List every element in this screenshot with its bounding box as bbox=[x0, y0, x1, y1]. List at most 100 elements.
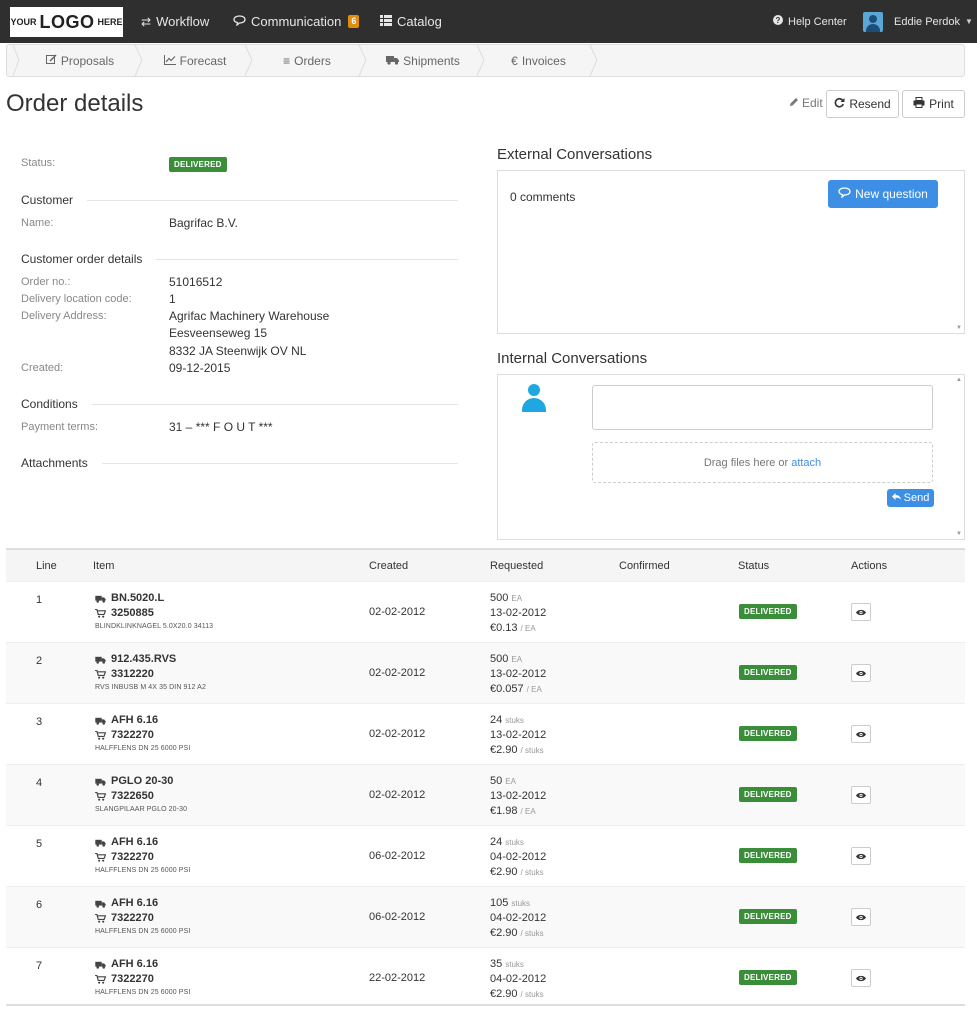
step-shipments[interactable]: Shipments bbox=[369, 45, 477, 76]
row-item-code[interactable]: AFH 6.16 bbox=[95, 713, 190, 728]
row-item-code[interactable]: 912.435.RVS bbox=[95, 652, 206, 667]
row-requested-date: 13-02-2012 bbox=[490, 790, 547, 802]
price-unit: / EA bbox=[520, 807, 536, 816]
table-row[interactable]: 2 912.435.RVS 3312220 RVS INBUSB M 4X 35… bbox=[6, 642, 965, 703]
row-created-date: 06-02-2012 bbox=[369, 850, 426, 862]
cart-icon bbox=[95, 731, 106, 740]
row-item-code[interactable]: PGLO 20-30 bbox=[95, 774, 187, 789]
edit-link-label: Edit bbox=[802, 96, 823, 110]
resend-button[interactable]: Resend bbox=[826, 90, 899, 118]
address-label: Delivery Address: bbox=[21, 310, 107, 322]
internal-conversations-title: Internal Conversations bbox=[497, 350, 648, 367]
row-item-description: SLANGPILAAR PGLO 20-30 bbox=[95, 806, 188, 813]
row-item-code[interactable]: BN.5020.L bbox=[95, 591, 213, 606]
nav-workflow[interactable]: ⇄ Workflow bbox=[141, 0, 209, 43]
view-line-button[interactable] bbox=[851, 908, 871, 926]
send-button[interactable]: Send bbox=[887, 489, 934, 507]
view-line-button[interactable] bbox=[851, 786, 871, 804]
scroll-up-icon[interactable]: ▲ bbox=[956, 377, 962, 383]
row-item-code-text: AFH 6.16 bbox=[111, 836, 159, 848]
step-proposals[interactable]: Proposals bbox=[25, 45, 135, 76]
print-button[interactable]: Print bbox=[902, 90, 965, 118]
order-details-heading-text: Customer order details bbox=[21, 252, 143, 266]
view-line-button[interactable] bbox=[851, 847, 871, 865]
qty-value: 500 bbox=[490, 592, 509, 604]
row-item-code[interactable]: AFH 6.16 bbox=[95, 835, 190, 850]
row-article-number-text: 7322270 bbox=[111, 912, 154, 924]
row-requested-cell: 24 stuks 13-02-2012 €2.90/ stuks bbox=[490, 713, 546, 758]
new-question-button[interactable]: New question bbox=[828, 180, 938, 208]
nav-communication-label: Communication bbox=[251, 14, 342, 29]
new-question-label: New question bbox=[855, 187, 928, 201]
step-forecast[interactable]: Forecast bbox=[145, 45, 245, 76]
th-requested: Requested bbox=[490, 560, 544, 572]
row-article-number[interactable]: 3250885 bbox=[95, 606, 213, 621]
row-requested-price: €2.90/ stuks bbox=[490, 987, 546, 1002]
attach-link[interactable]: attach bbox=[791, 457, 821, 469]
external-conversations-panel[interactable]: 0 comments New question ▼ bbox=[497, 170, 965, 334]
file-dropzone[interactable]: Drag files here or attach bbox=[592, 442, 933, 483]
table-row[interactable]: 7 AFH 6.16 7322270 HALFFLENS DN 25 6000 … bbox=[6, 947, 965, 1008]
eye-icon bbox=[856, 853, 866, 859]
row-requested-date: 13-02-2012 bbox=[490, 668, 547, 680]
th-line: Line bbox=[36, 560, 57, 572]
nav-catalog[interactable]: Catalog bbox=[380, 0, 442, 43]
eye-icon bbox=[856, 609, 866, 615]
step-invoices[interactable]: € Invoices bbox=[487, 45, 590, 76]
table-row[interactable]: 6 AFH 6.16 7322270 HALFFLENS DN 25 6000 … bbox=[6, 886, 965, 947]
view-line-button[interactable] bbox=[851, 969, 871, 987]
order-lines-table: Line Item Created Requested Confirmed St… bbox=[6, 548, 965, 1008]
row-line-number: 1 bbox=[36, 594, 43, 606]
price-value: €1.98 bbox=[490, 805, 518, 817]
table-row[interactable]: 1 BN.5020.L 3250885 BLINDKLINKNAGEL 5.0X… bbox=[6, 581, 965, 642]
name-label: Name: bbox=[21, 217, 54, 229]
company-logo[interactable]: YOUR LOGO HERE bbox=[10, 7, 123, 37]
customer-heading: Customer bbox=[21, 193, 458, 207]
comments-icon bbox=[838, 187, 851, 201]
row-requested-qty: 50 EA bbox=[490, 774, 546, 789]
row-requested-qty: 24 stuks bbox=[490, 835, 546, 850]
cart-icon bbox=[95, 914, 106, 923]
eye-icon bbox=[856, 670, 866, 676]
attachments-heading: Attachments bbox=[21, 456, 458, 470]
row-article-number[interactable]: 7322270 bbox=[95, 850, 190, 865]
truck-icon bbox=[95, 656, 106, 664]
table-row[interactable]: 5 AFH 6.16 7322270 HALFFLENS DN 25 6000 … bbox=[6, 825, 965, 886]
row-article-number[interactable]: 7322270 bbox=[95, 911, 190, 926]
logo-text-logo: LOGO bbox=[39, 11, 95, 32]
row-item-code[interactable]: AFH 6.16 bbox=[95, 957, 190, 972]
table-row[interactable]: 3 AFH 6.16 7322270 HALFFLENS DN 25 6000 … bbox=[6, 703, 965, 764]
row-item-description: HALFFLENS DN 25 6000 PSI bbox=[95, 867, 191, 874]
table-header: Line Item Created Requested Confirmed St… bbox=[6, 548, 965, 581]
row-status-badge: DELIVERED bbox=[739, 909, 797, 924]
view-line-button[interactable] bbox=[851, 664, 871, 682]
row-article-number[interactable]: 7322270 bbox=[95, 972, 190, 987]
qty-value: 105 bbox=[490, 897, 509, 909]
row-item-code[interactable]: AFH 6.16 bbox=[95, 896, 190, 911]
qty-unit: stuks bbox=[505, 960, 524, 969]
truck-icon bbox=[95, 595, 106, 603]
nav-help-center[interactable]: ? Help Center bbox=[773, 0, 847, 43]
row-article-number[interactable]: 3312220 bbox=[95, 667, 206, 682]
address-line-3: 8332 JA Steenwijk OV NL bbox=[169, 344, 307, 358]
table-bottom-border bbox=[6, 1004, 965, 1006]
row-item-code-text: AFH 6.16 bbox=[111, 714, 159, 726]
row-item-cell: AFH 6.16 7322270 HALFFLENS DN 25 6000 PS… bbox=[95, 896, 190, 938]
step-orders[interactable]: ≡ Orders bbox=[255, 45, 359, 76]
view-line-button[interactable] bbox=[851, 725, 871, 743]
table-row[interactable]: 4 PGLO 20-30 7322650 SLANGPILAAR PGLO 20… bbox=[6, 764, 965, 825]
exchange-icon: ⇄ bbox=[141, 14, 152, 29]
cart-icon bbox=[95, 975, 106, 984]
row-article-number[interactable]: 7322650 bbox=[95, 789, 187, 804]
user-menu[interactable]: Eddie Perdok ▼ bbox=[863, 0, 973, 43]
row-status-badge: DELIVERED bbox=[739, 787, 797, 802]
scroll-down-icon[interactable]: ▼ bbox=[956, 531, 962, 537]
view-line-button[interactable] bbox=[851, 603, 871, 621]
internal-message-input[interactable] bbox=[592, 385, 933, 430]
scroll-down-icon[interactable]: ▼ bbox=[956, 325, 962, 331]
row-article-number[interactable]: 7322270 bbox=[95, 728, 190, 743]
nav-communication[interactable]: Communication 6 bbox=[233, 0, 360, 43]
edit-link[interactable]: Edit bbox=[789, 96, 823, 110]
row-requested-price: €0.13/ EA bbox=[490, 621, 546, 636]
row-requested-price: €2.90/ stuks bbox=[490, 926, 546, 941]
